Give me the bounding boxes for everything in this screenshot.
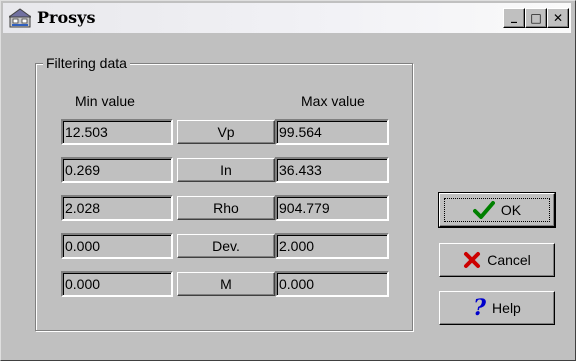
cancel-button[interactable]: Cancel (439, 243, 555, 277)
group-title: Filtering data (43, 55, 130, 71)
window-title: Prosys (37, 8, 96, 27)
param-button-dev[interactable]: Dev. (177, 234, 275, 258)
max-value-field-in[interactable]: 36.433 (275, 157, 389, 183)
param-button-rho[interactable]: Rho (177, 196, 275, 220)
maximize-icon: □ (530, 11, 542, 25)
min-value-field-vp[interactable]: 12.503 (61, 119, 173, 145)
min-value-header: Min value (75, 93, 135, 109)
max-value-field-vp[interactable]: 99.564 (275, 119, 389, 145)
focus-rectangle (444, 198, 550, 222)
prosys-dialog: Prosys _ □ ✕ Filtering data Min value Ma… (0, 0, 576, 361)
cancel-label: Cancel (487, 252, 531, 268)
param-button-vp[interactable]: Vp (177, 120, 275, 144)
min-value-field-dev[interactable]: 0.000 (61, 233, 173, 259)
max-value-field-dev[interactable]: 2.000 (275, 233, 389, 259)
close-icon: ✕ (552, 11, 564, 25)
minimize-icon: _ (511, 9, 517, 23)
help-button[interactable]: ? Help (439, 291, 555, 325)
min-value-field-rho[interactable]: 2.028 (61, 195, 173, 221)
help-label: Help (492, 300, 521, 316)
title-bar[interactable]: Prosys _ □ ✕ (3, 3, 571, 33)
max-value-field-rho[interactable]: 904.779 (275, 195, 389, 221)
red-x-icon (464, 252, 481, 268)
max-value-header: Max value (301, 93, 365, 109)
close-button[interactable]: ✕ (547, 8, 569, 28)
maximize-button[interactable]: □ (525, 8, 547, 28)
param-button-m[interactable]: M (177, 272, 275, 296)
blue-question-icon: ? (473, 295, 487, 321)
ok-button[interactable]: OK (438, 192, 556, 228)
param-button-in[interactable]: In (177, 158, 275, 182)
min-value-field-in[interactable]: 0.269 (61, 157, 173, 183)
minimize-button[interactable]: _ (503, 8, 525, 28)
max-value-field-m[interactable]: 0.000 (275, 271, 389, 297)
min-value-field-m[interactable]: 0.000 (61, 271, 173, 297)
prosys-app-icon (9, 8, 31, 28)
